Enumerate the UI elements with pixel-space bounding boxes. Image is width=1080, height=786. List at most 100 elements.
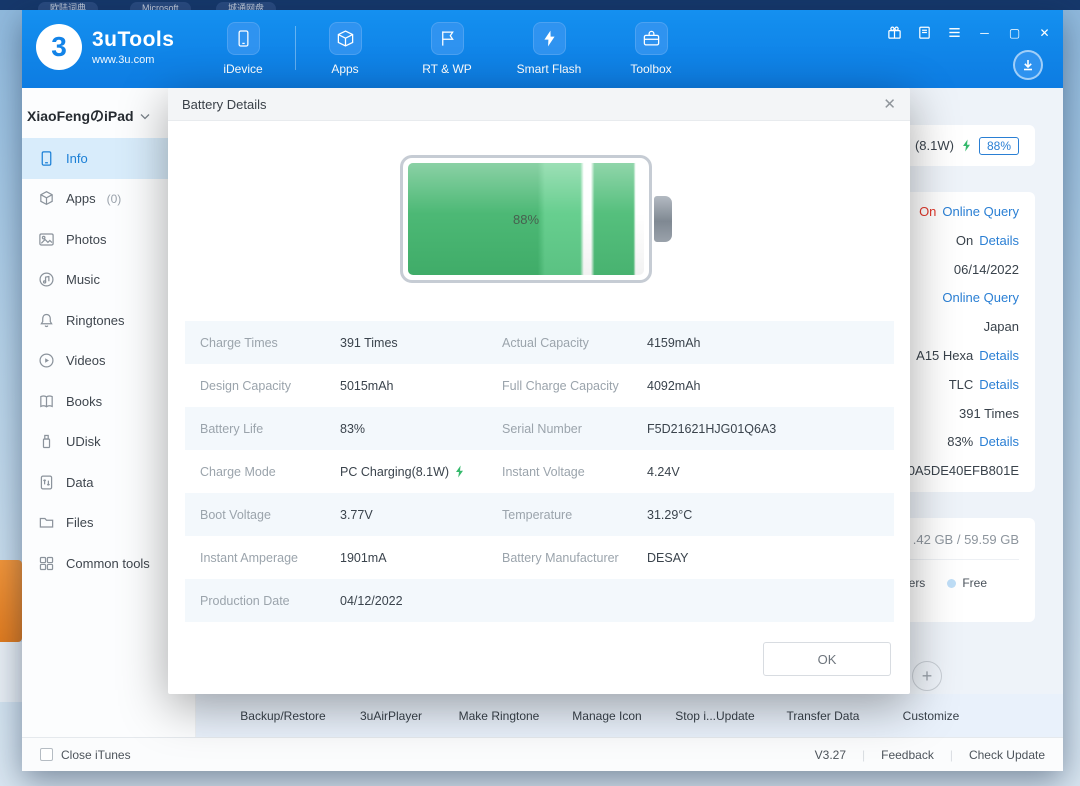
table-row: Design Capacity 5015mAh Full Charge Capa… — [200, 378, 701, 393]
toolbar-3uairplayer[interactable]: 3uAirPlayer — [337, 709, 445, 723]
charging-bolt-icon — [962, 139, 970, 151]
header-icons: ─ ▢ ✕ — [886, 24, 1053, 41]
toolbar-make-ringtone[interactable]: Make Ringtone — [445, 709, 553, 723]
battery-graphic-area: 88% — [168, 121, 910, 321]
app-logo: 3 3uTools www.3u.com — [36, 24, 174, 70]
browser-tab-strip: 欧陆词典 Microsoft 城通网盘 — [0, 0, 1080, 10]
customize-add-button[interactable]: + — [912, 661, 942, 691]
nav-toolbox[interactable]: Toolbox — [600, 22, 702, 76]
table-row: Production Date 04/12/2022 — [185, 579, 894, 622]
book-icon — [37, 392, 55, 410]
lightning-icon — [532, 22, 566, 55]
toolbar-customize[interactable]: Customize — [877, 709, 985, 723]
online-query-link[interactable]: Online Query — [942, 204, 1019, 219]
sidebar-item-label: Data — [66, 474, 94, 490]
play-icon — [37, 352, 55, 370]
nav-rt-wp[interactable]: RT & WP — [396, 22, 498, 76]
sidebar-item-label: Common tools — [66, 555, 150, 571]
table-row: Instant Amperage 1901mA Battery Manufact… — [200, 550, 689, 565]
nav-separator — [295, 26, 296, 70]
battery-graphic: 88% — [400, 155, 672, 283]
close-itunes-label: Close iTunes — [61, 747, 131, 762]
sidebar-item-label: Info — [66, 150, 88, 166]
details-link[interactable]: Details — [979, 233, 1019, 248]
bottom-toolbar: Backup/Restore 3uAirPlayer Make Ringtone… — [196, 694, 1063, 737]
close-itunes-checkbox[interactable] — [40, 748, 53, 761]
browser-tab[interactable]: Microsoft — [130, 2, 191, 10]
details-link[interactable]: Details — [979, 434, 1019, 449]
table-row: Boot Voltage 3.77V Temperature 31.29°C — [185, 493, 894, 536]
close-icon[interactable]: ✕ — [883, 95, 896, 113]
grid-icon — [37, 554, 55, 572]
battery-cap — [654, 196, 672, 242]
legend-free: Free — [947, 576, 987, 590]
online-query-link[interactable]: Online Query — [942, 290, 1019, 305]
battery-percent-badge: 88% — [978, 136, 1019, 155]
app-title: 3uTools — [92, 28, 175, 51]
details-link[interactable]: Details — [979, 377, 1019, 392]
apps-icon — [328, 22, 362, 55]
usb-icon — [37, 433, 55, 451]
data-transfer-icon — [37, 473, 55, 491]
sidebar-item-label: Music — [66, 272, 100, 288]
toolbar-backup-restore[interactable]: Backup/Restore — [229, 709, 337, 723]
nav-apps[interactable]: Apps — [294, 22, 396, 76]
info-icon — [37, 149, 55, 167]
browser-tab[interactable]: 城通网盘 — [216, 2, 277, 10]
table-row: Battery Life 83% Serial Number F5D21621H… — [185, 407, 894, 450]
sidebar-item-label: Files — [66, 515, 94, 531]
check-update-link[interactable]: Check Update — [969, 748, 1045, 762]
nav-smart-flash[interactable]: Smart Flash — [498, 22, 600, 76]
apps-box-icon — [37, 190, 55, 208]
photos-icon — [37, 230, 55, 248]
folder-icon — [37, 514, 55, 532]
nav-idevice[interactable]: iDevice — [192, 22, 294, 76]
app-subtitle: www.3u.com — [92, 54, 155, 66]
close-button[interactable]: ✕ — [1036, 24, 1053, 41]
flag-icon — [430, 22, 464, 55]
bell-icon — [37, 311, 55, 329]
sidebar-item-label: UDisk — [66, 434, 101, 450]
status-bar-right: V3.27 | Feedback | Check Update — [815, 748, 1045, 762]
main-nav: iDevice Apps RT & WP Smart Flash Toolbox — [192, 22, 702, 76]
status-bar: Close iTunes V3.27 | Feedback | Check Up… — [22, 737, 1063, 771]
divider: | — [862, 747, 866, 762]
sidebar-item-label: Ringtones — [66, 312, 125, 328]
table-row: Charge Mode PC Charging(8.1W) Instant Vo… — [200, 464, 680, 479]
divider: | — [949, 747, 953, 762]
modal-title: Battery Details — [182, 96, 267, 112]
charging-bolt-icon — [456, 465, 464, 477]
toolbar-stop-ios-update[interactable]: Stop i...Update — [661, 709, 769, 723]
battery-percent-label: 88% — [512, 211, 540, 227]
apps-count: (0) — [106, 191, 122, 206]
document-icon[interactable] — [916, 24, 933, 41]
desktop-icon-sliver — [0, 560, 22, 642]
toolbar-transfer-data[interactable]: Transfer Data — [769, 709, 877, 723]
battery-details-table: Charge Times 391 Times Actual Capacity 4… — [185, 321, 894, 622]
close-itunes-option: Close iTunes — [40, 748, 131, 762]
details-link[interactable]: Details — [979, 348, 1019, 363]
browser-tab[interactable]: 欧陆词典 — [38, 2, 99, 10]
sidebar-item-label: Books — [66, 393, 103, 409]
gift-icon[interactable] — [886, 24, 903, 41]
battery-details-modal: Battery Details ✕ 88% Charge Times 391 T… — [168, 88, 910, 694]
sidebar-item-label: Apps — [66, 191, 96, 207]
feedback-link[interactable]: Feedback — [881, 748, 934, 762]
version-label: V3.27 — [814, 747, 846, 762]
free-dot-icon — [947, 578, 957, 588]
toolbar-manage-icon[interactable]: Manage Icon — [553, 709, 661, 723]
device-name: XiaoFengのiPad — [27, 108, 134, 124]
sidebar-item-label: Videos — [66, 353, 106, 369]
logo-icon: 3 — [36, 24, 82, 70]
minimize-button[interactable]: ─ — [976, 24, 993, 41]
table-row: Charge Times 391 Times Actual Capacity 4… — [185, 321, 894, 364]
sidebar-item-label: Photos — [66, 231, 107, 247]
charge-wattage: (8.1W) — [914, 138, 954, 153]
maximize-button[interactable]: ▢ — [1006, 24, 1023, 41]
menu-icon[interactable] — [946, 24, 963, 41]
app-header: 3 3uTools www.3u.com iDevice Apps RT & W… — [22, 10, 1063, 88]
toolbox-icon — [634, 22, 668, 55]
download-button[interactable] — [1013, 50, 1043, 80]
modal-header: Battery Details ✕ — [168, 88, 910, 121]
ok-button[interactable]: OK — [763, 642, 891, 676]
